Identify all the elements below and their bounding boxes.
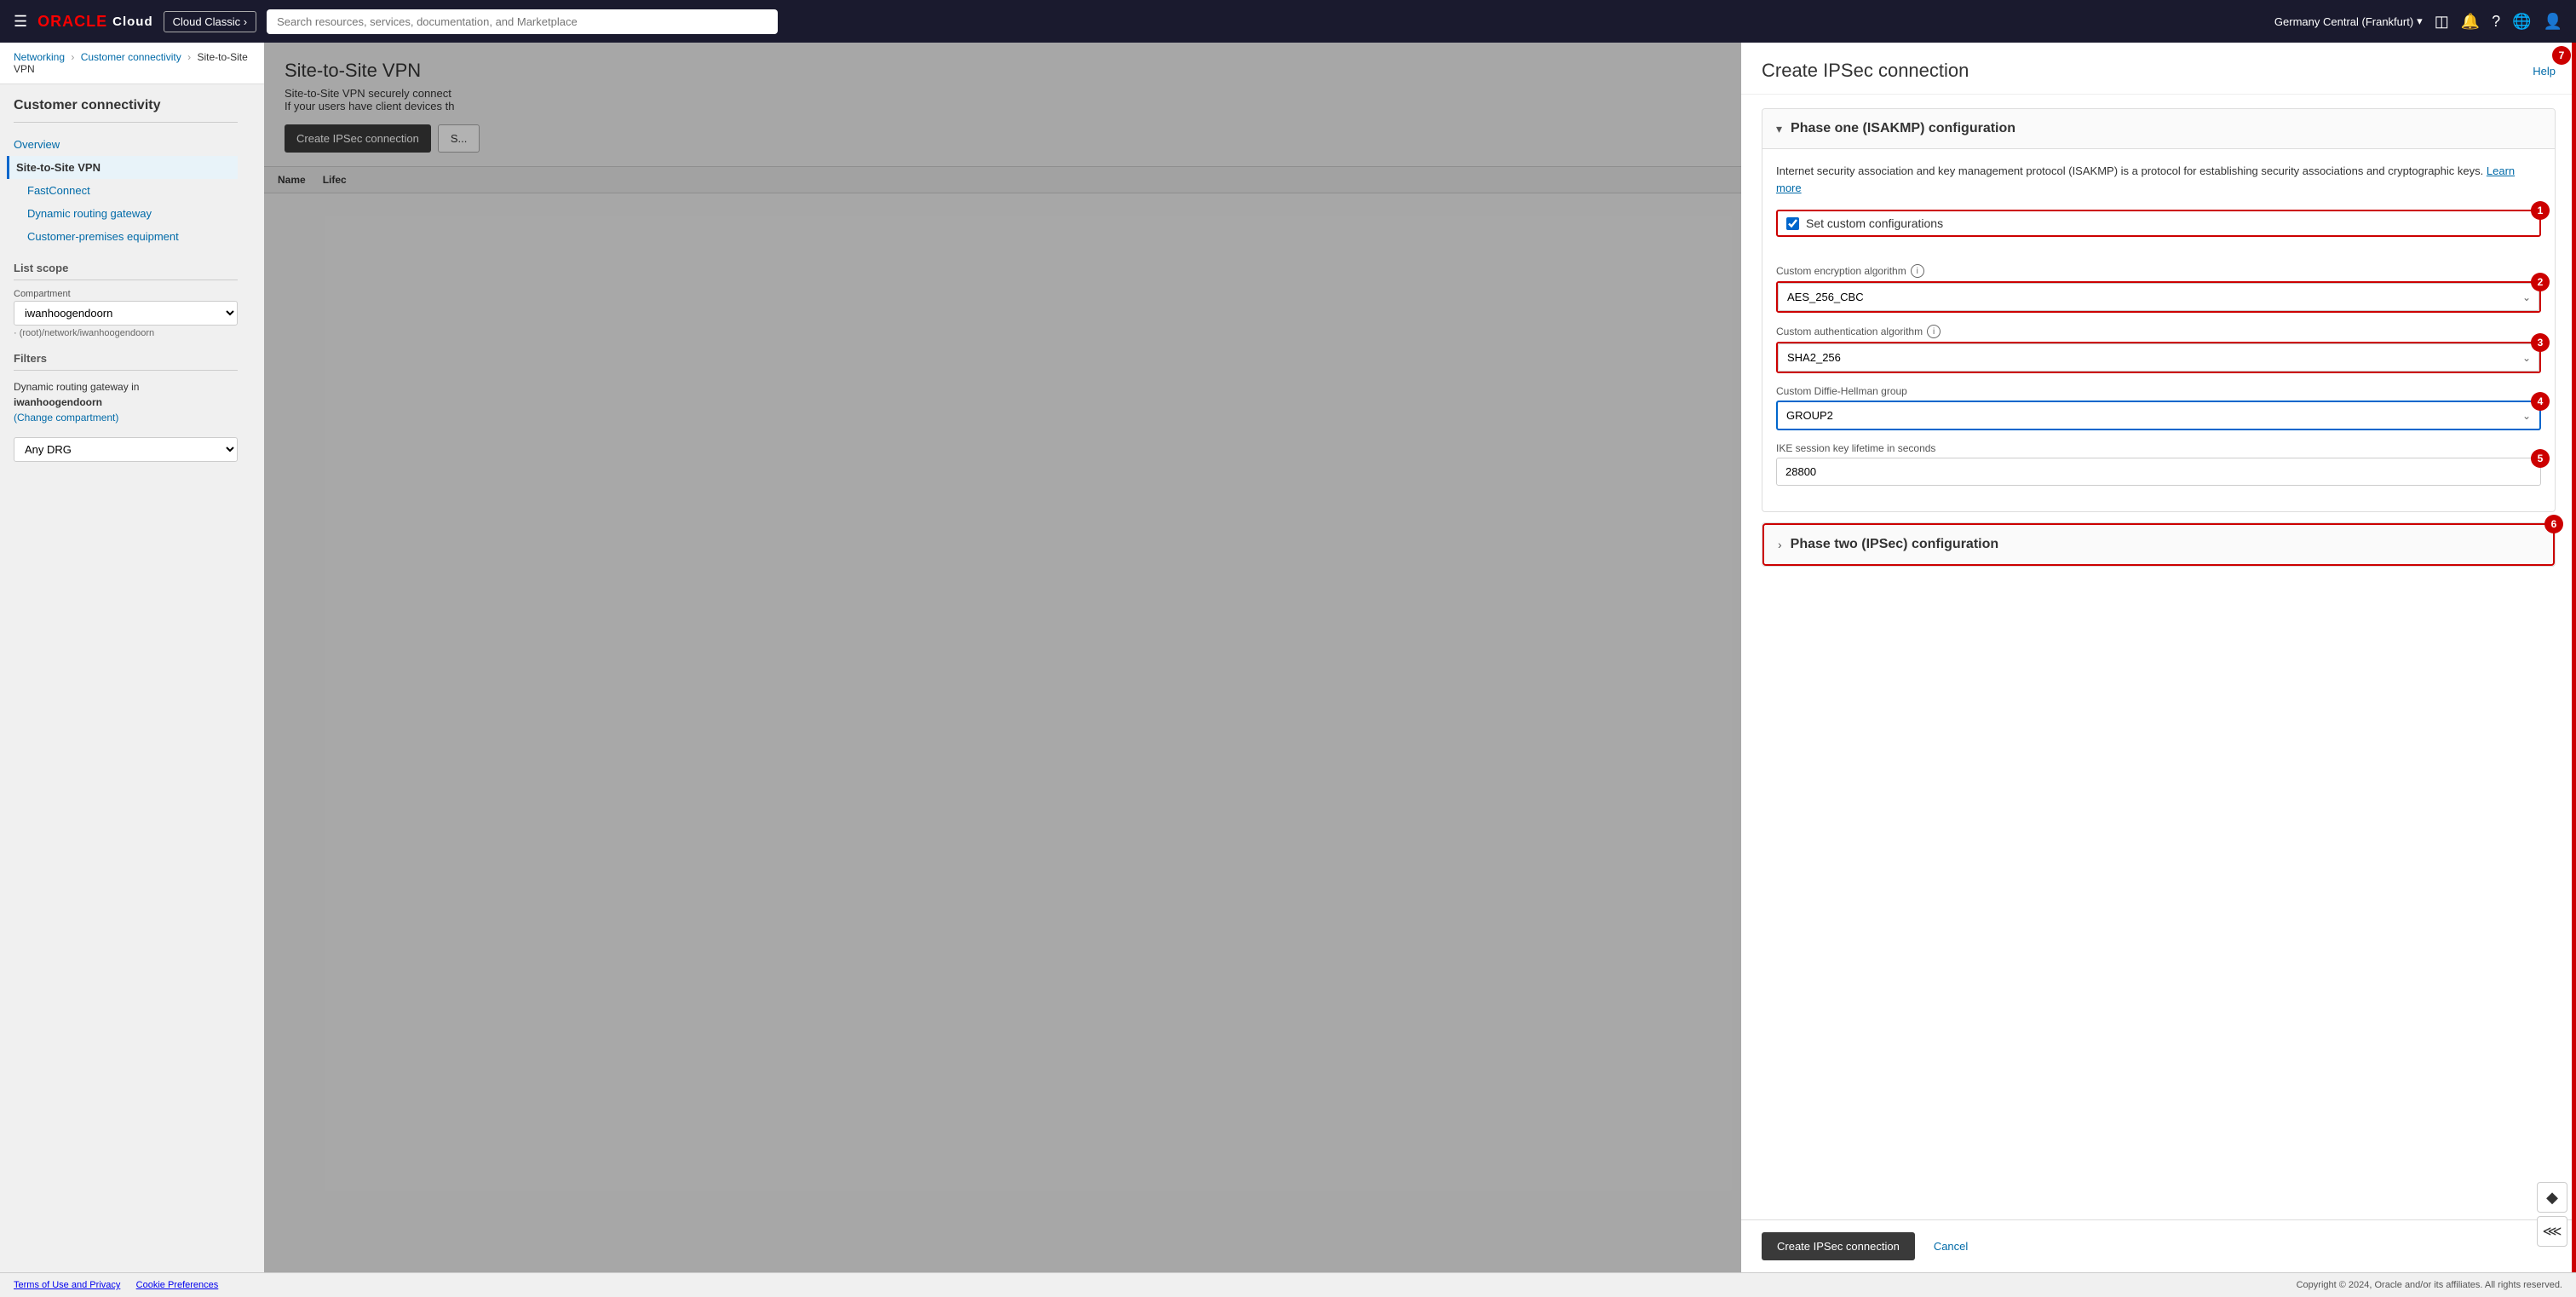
set-custom-label: Set custom configurations (1806, 216, 1943, 230)
phase-two-chevron-icon: › (1778, 538, 1782, 551)
phase-two-section: › Phase two (IPSec) configuration 6 (1762, 522, 2556, 567)
filters-section: Filters Dynamic routing gateway in iwanh… (14, 352, 238, 462)
sidebar: Customer connectivity Overview Site-to-S… (0, 84, 251, 476)
sidebar-title: Customer connectivity (14, 98, 238, 113)
nav-right: Germany Central (Frankfurt) ▾ ◫ 🔔 ? 🌐 👤 (2274, 13, 2562, 31)
footer-left: Terms of Use and Privacy Cookie Preferen… (14, 1280, 218, 1290)
breadcrumb-networking[interactable]: Networking (14, 51, 65, 63)
drg-select[interactable]: Any DRG (14, 437, 238, 462)
auth-form-group: Custom authentication algorithm i SHA2_2… (1776, 325, 2541, 373)
sidebar-divider (14, 122, 238, 123)
left-panel: Networking › Customer connectivity › Sit… (0, 43, 264, 1272)
compartment-select[interactable]: iwanhoogendoorn (14, 301, 238, 326)
auth-select-wrapper: SHA2_256 ⌄ (1778, 343, 2539, 372)
cookie-link[interactable]: Cookie Preferences (136, 1280, 219, 1290)
phase-two-title: Phase two (IPSec) configuration (1791, 537, 1998, 552)
phase-two-wrapper: › Phase two (IPSec) configuration 6 (1762, 523, 2555, 566)
cloud-text: Cloud (112, 14, 153, 29)
modal-footer: Create IPSec connection Cancel (1741, 1219, 2576, 1272)
breadcrumb-customer-connectivity[interactable]: Customer connectivity (81, 51, 181, 63)
ike-form-group: IKE session key lifetime in seconds 5 (1776, 442, 2541, 486)
badge-1: 1 (2531, 201, 2550, 220)
set-custom-checkbox[interactable] (1786, 217, 1799, 230)
dh-form-group: Custom Diffie-Hellman group GROUP2 (1776, 385, 2541, 430)
badge-6: 6 (2544, 515, 2563, 533)
set-custom-config-row: Set custom configurations 1 (1776, 210, 2541, 237)
breadcrumb: Networking › Customer connectivity › Sit… (0, 43, 264, 84)
oracle-text: ORACLE (37, 13, 107, 31)
red-side-annotation (2572, 43, 2576, 1272)
support-grid-icon[interactable]: ⋘ (2537, 1216, 2567, 1247)
menu-icon[interactable]: ☰ (14, 13, 27, 31)
encryption-label: Custom encryption algorithm i (1776, 264, 2541, 278)
search-input[interactable] (267, 9, 778, 34)
compartment-path: · (root)/network/iwanhoogendoorn (14, 328, 238, 338)
phase-one-section: ▾ Phase one (ISAKMP) configuration Inter… (1762, 108, 2556, 512)
encryption-select[interactable]: AES_256_CBC (1778, 283, 2539, 311)
phase-one-header[interactable]: ▾ Phase one (ISAKMP) configuration (1762, 109, 2555, 149)
modal-header: Create IPSec connection Help (1741, 43, 2576, 95)
cloud-classic-button[interactable]: Cloud Classic › (164, 11, 256, 32)
filters-title: Filters (14, 352, 238, 365)
ike-label: IKE session key lifetime in seconds (1776, 442, 2541, 454)
content-area: Networking › Customer connectivity › Sit… (0, 43, 2576, 1272)
phase-one-desc: Internet security association and key ma… (1776, 163, 2541, 196)
create-ipsec-button[interactable]: Create IPSec connection (1762, 1232, 1915, 1260)
footer-right: Copyright © 2024, Oracle and/or its affi… (2297, 1280, 2562, 1290)
badge-5: 5 (2531, 449, 2550, 468)
phase-one-body: Internet security association and key ma… (1762, 149, 2555, 511)
encryption-info-icon[interactable]: i (1911, 264, 1924, 278)
support-icon[interactable]: ◆ (2537, 1182, 2567, 1213)
top-navigation: ☰ ORACLE Cloud Cloud Classic › Germany C… (0, 0, 2576, 43)
encryption-select-wrapper: AES_256_CBC ⌄ (1778, 283, 2539, 311)
modal-overlay: 7 Create IPSec connection Help ▾ Phase o… (264, 43, 2576, 1272)
monitor-icon[interactable]: ◫ (2435, 13, 2449, 31)
list-scope-title: List scope (14, 262, 238, 274)
dh-field-wrapper: GROUP2 ⌄ 4 (1776, 401, 2541, 430)
sidebar-item-customer-premises[interactable]: Customer-premises equipment (14, 225, 238, 248)
phase-two-header[interactable]: › Phase two (IPSec) configuration (1764, 525, 2553, 564)
sidebar-item-dynamic-routing-gateway[interactable]: Dynamic routing gateway (14, 202, 238, 225)
encryption-field-wrapper: AES_256_CBC ⌄ 2 (1776, 281, 2541, 313)
dh-label: Custom Diffie-Hellman group (1776, 385, 2541, 397)
sidebar-item-fastconnect[interactable]: FastConnect (14, 179, 238, 202)
auth-field-wrapper: SHA2_256 ⌄ 3 (1776, 342, 2541, 373)
badge-3: 3 (2531, 333, 2550, 352)
auth-info-icon[interactable]: i (1927, 325, 1941, 338)
cancel-button[interactable]: Cancel (1925, 1232, 1976, 1260)
drg-info: Dynamic routing gateway in iwanhoogendoo… (14, 379, 238, 425)
user-icon[interactable]: 👤 (2544, 13, 2562, 31)
dh-select[interactable]: GROUP2 (1778, 402, 2539, 429)
phase-two-annotation: › Phase two (IPSec) configuration (1762, 523, 2555, 566)
terms-link[interactable]: Terms of Use and Privacy (14, 1280, 120, 1290)
oracle-logo: ORACLE Cloud (37, 13, 153, 31)
dh-select-wrapper: GROUP2 ⌄ (1778, 402, 2539, 429)
bottom-bar: Terms of Use and Privacy Cookie Preferen… (0, 1272, 2576, 1297)
help-icon[interactable]: ? (2492, 13, 2500, 31)
ike-input[interactable] (1776, 458, 2541, 486)
sidebar-item-overview[interactable]: Overview (14, 133, 238, 156)
bell-icon[interactable]: 🔔 (2461, 13, 2480, 31)
compartment-label: Compartment (14, 289, 238, 299)
filters-divider (14, 370, 238, 371)
modal-body: ▾ Phase one (ISAKMP) configuration Inter… (1741, 95, 2576, 1219)
auth-label: Custom authentication algorithm i (1776, 325, 2541, 338)
badge-7: 7 (2552, 46, 2571, 65)
sidebar-item-site-to-site-vpn[interactable]: Site-to-Site VPN (7, 156, 238, 179)
main-content: Site-to-Site VPN Site-to-Site VPN secure… (264, 43, 2576, 1272)
phase-one-chevron-icon: ▾ (1776, 122, 1782, 136)
auth-select[interactable]: SHA2_256 (1778, 343, 2539, 372)
ike-field-wrapper: 5 (1776, 458, 2541, 486)
badge-2: 2 (2531, 273, 2550, 291)
change-compartment-link[interactable]: (Change compartment) (14, 412, 118, 424)
region-selector[interactable]: Germany Central (Frankfurt) ▾ (2274, 14, 2423, 28)
phase-one-title: Phase one (ISAKMP) configuration (1791, 121, 2015, 136)
modal-panel: 7 Create IPSec connection Help ▾ Phase o… (1741, 43, 2576, 1272)
modal-help-link[interactable]: Help (2533, 65, 2556, 78)
encryption-form-group: Custom encryption algorithm i AES_256_CB… (1776, 264, 2541, 313)
globe-icon[interactable]: 🌐 (2512, 13, 2531, 31)
modal-title: Create IPSec connection (1762, 60, 1969, 82)
badge-4: 4 (2531, 392, 2550, 411)
sidebar-nav: Overview Site-to-Site VPN FastConnect Dy… (14, 133, 238, 248)
